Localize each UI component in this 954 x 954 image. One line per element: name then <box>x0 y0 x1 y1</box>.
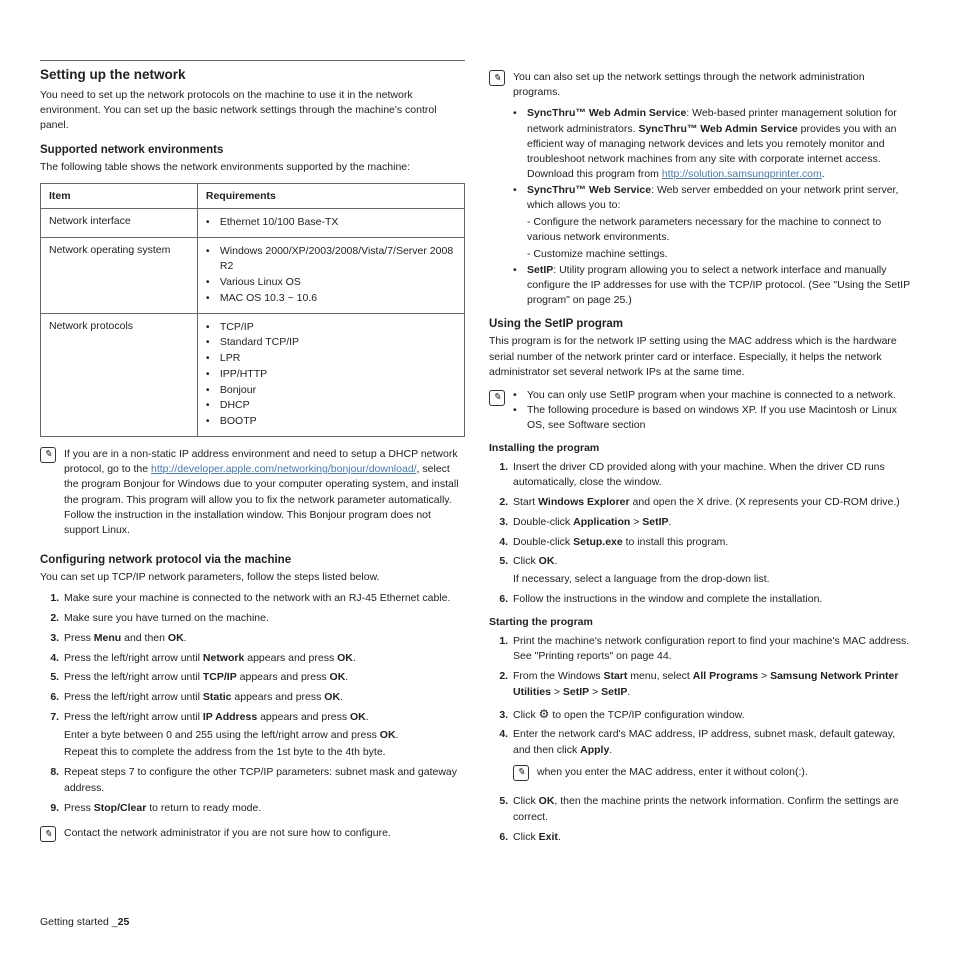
note-icon: ✎ <box>40 826 56 842</box>
note-icon: ✎ <box>489 390 505 406</box>
gear-icon: ⚙ <box>539 707 550 721</box>
left-column: Setting up the network You need to set u… <box>40 60 465 856</box>
td-os: Network operating system <box>41 237 198 313</box>
step-6: Press the left/right arrow until Static … <box>62 690 465 706</box>
install-title: Installing the program <box>489 442 914 454</box>
start-steps: Print the machine's network configuratio… <box>489 634 914 846</box>
step-7: Press the left/right arrow until IP Addr… <box>62 710 465 761</box>
bonjour-note: ✎ If you are in a non-static IP address … <box>40 445 465 544</box>
env-title: Supported network environments <box>40 144 465 156</box>
td-interface-val: Ethernet 10/100 Base-TX <box>197 208 464 237</box>
admin-item-syncthru-web: SyncThru™ Web Service: Web server embedd… <box>513 183 914 263</box>
td-proto: Network protocols <box>41 313 198 436</box>
td-os-val: Windows 2000/XP/2003/2008/Vista/7/Server… <box>197 237 464 313</box>
cfg-title: Configuring network protocol via the mac… <box>40 554 465 566</box>
step-4: Press the left/right arrow until Network… <box>62 651 465 667</box>
admin-item-setip: SetIP: Utility program allowing you to s… <box>513 263 914 309</box>
td-proto-val: TCP/IP Standard TCP/IP LPR IPP/HTTP Bonj… <box>197 313 464 436</box>
cfg-text: You can set up TCP/IP network parameters… <box>40 570 465 585</box>
note-icon: ✎ <box>513 765 529 781</box>
step-8: Repeat steps 7 to configure the other TC… <box>62 765 465 797</box>
setip-para: This program is for the network IP setti… <box>489 334 914 380</box>
td-interface: Network interface <box>41 208 198 237</box>
intro-text: You need to set up the network protocols… <box>40 88 465 134</box>
start-title: Starting the program <box>489 616 914 628</box>
bonjour-link[interactable]: http://developer.apple.com/networking/bo… <box>151 463 417 475</box>
th-item: Item <box>41 183 198 208</box>
note-icon: ✎ <box>489 70 505 86</box>
env-text: The following table shows the network en… <box>40 160 465 175</box>
contact-note: ✎ Contact the network administrator if y… <box>40 824 465 847</box>
setip-note: ✎ You can only use SetIP program when yo… <box>489 388 914 434</box>
step-3: Press Menu and then OK. <box>62 631 465 647</box>
right-column: ✎ You can also set up the network settin… <box>489 60 914 856</box>
admin-item-syncthru-admin: SyncThru™ Web Admin Service: Web-based p… <box>513 106 914 182</box>
note-icon: ✎ <box>40 447 56 463</box>
cfg-steps: Make sure your machine is connected to t… <box>40 591 465 816</box>
samsung-printer-link[interactable]: http://solution.samsungprinter.com <box>662 168 822 180</box>
step-9: Press Stop/Clear to return to ready mode… <box>62 801 465 817</box>
section-divider <box>40 60 465 61</box>
setip-title: Using the SetIP program <box>489 318 914 330</box>
mac-note: ✎ when you enter the MAC address, enter … <box>513 763 914 786</box>
admin-programs-note: ✎ You can also set up the network settin… <box>489 68 914 308</box>
page-footer: Getting started _25 <box>40 916 129 928</box>
install-steps: Insert the driver CD provided along with… <box>489 460 914 608</box>
step-2: Make sure you have turned on the machine… <box>62 611 465 627</box>
th-req: Requirements <box>197 183 464 208</box>
env-table: Item Requirements Network interface Ethe… <box>40 183 465 437</box>
step-5: Press the left/right arrow until TCP/IP … <box>62 670 465 686</box>
step-1: Make sure your machine is connected to t… <box>62 591 465 607</box>
section-title-network: Setting up the network <box>40 67 465 82</box>
